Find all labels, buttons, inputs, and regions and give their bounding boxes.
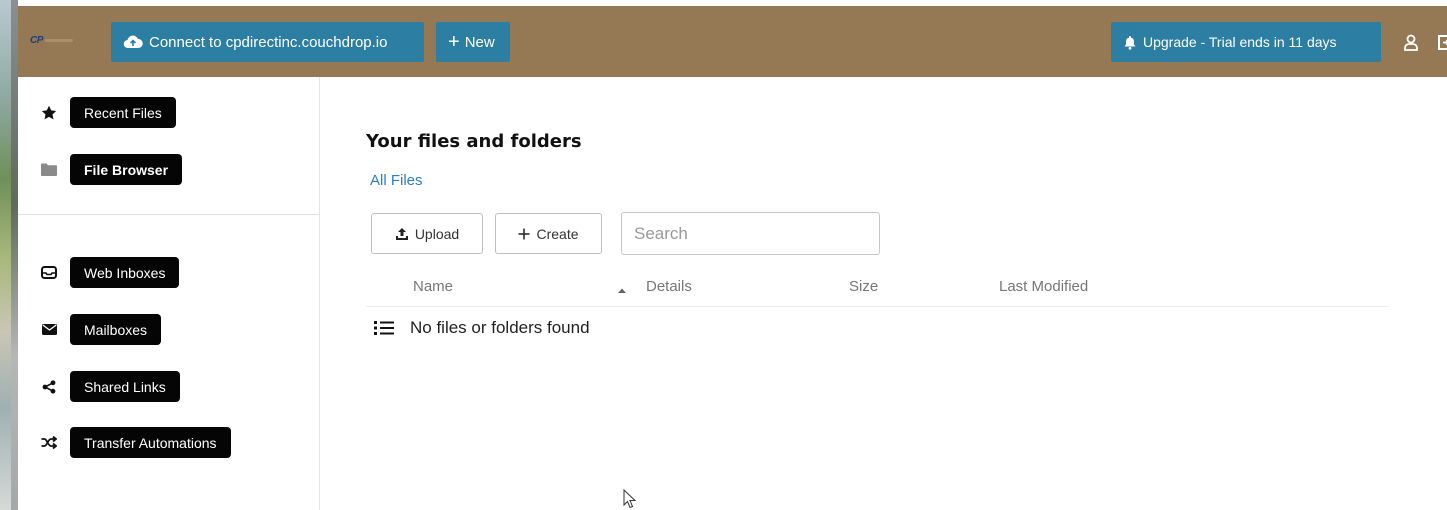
upgrade-button[interactable]: Upgrade - Trial ends in 11 days	[1111, 22, 1381, 62]
share-icon	[40, 379, 58, 394]
app-window: CP Connect to cpdirectinc.couchdrop.io +…	[0, 0, 1447, 510]
sign-out-icon[interactable]	[1437, 34, 1447, 56]
upload-icon	[395, 227, 409, 241]
column-header-name[interactable]: Name	[413, 278, 453, 295]
mouse-cursor-icon	[623, 488, 637, 510]
envelope-icon	[40, 324, 58, 335]
top-bar: CP Connect to cpdirectinc.couchdrop.io +…	[18, 6, 1447, 77]
logo-swoosh	[44, 38, 73, 42]
star-icon	[40, 105, 58, 121]
sidebar-item-label: Transfer Automations	[70, 427, 231, 458]
background-photo-edge	[0, 0, 18, 510]
cloud-upload-icon	[123, 34, 143, 50]
sidebar-item-label: File Browser	[70, 154, 183, 185]
sidebar: Recent Files File Browser Web Inboxes Ma…	[18, 77, 320, 510]
create-button[interactable]: Create	[495, 213, 602, 254]
list-icon	[374, 320, 394, 336]
upload-button[interactable]: Upload	[371, 213, 483, 254]
sidebar-item-web-inboxes[interactable]: Web Inboxes	[40, 257, 180, 288]
sidebar-item-label: Shared Links	[70, 371, 180, 402]
connect-label: Connect to cpdirectinc.couchdrop.io	[149, 33, 388, 51]
bell-icon	[1123, 35, 1137, 50]
breadcrumb-all-files[interactable]: All Files	[370, 172, 423, 189]
sidebar-item-label: Mailboxes	[70, 314, 162, 345]
sidebar-item-recent-files[interactable]: Recent Files	[40, 97, 176, 128]
sort-ascending-icon[interactable]	[617, 281, 627, 299]
folder-icon	[40, 163, 58, 176]
company-logo[interactable]: CP	[30, 35, 86, 49]
sidebar-item-transfer-automations[interactable]: Transfer Automations	[40, 427, 231, 458]
shuffle-icon	[40, 436, 58, 449]
sidebar-divider	[18, 214, 319, 215]
new-label: New	[464, 33, 495, 51]
plus-icon: +	[448, 31, 460, 53]
create-label: Create	[536, 225, 579, 242]
empty-message: No files or folders found	[410, 318, 590, 337]
search-input[interactable]	[621, 212, 880, 255]
user-icon[interactable]	[1403, 34, 1419, 56]
logo-text: CP	[30, 35, 43, 46]
column-header-details[interactable]: Details	[646, 278, 692, 295]
upgrade-label: Upgrade - Trial ends in 11 days	[1143, 34, 1337, 50]
column-header-last-modified[interactable]: Last Modified	[999, 278, 1088, 295]
plus-icon	[518, 228, 530, 240]
new-button[interactable]: + New	[436, 22, 510, 62]
main-content: Your files and folders All Files Upload …	[320, 77, 1447, 510]
page-title: Your files and folders	[366, 131, 582, 152]
sidebar-item-label: Recent Files	[70, 97, 176, 128]
table-header: Name Details Size Last Modified	[366, 269, 1388, 307]
sidebar-item-label: Web Inboxes	[70, 257, 180, 288]
column-header-size[interactable]: Size	[849, 278, 878, 295]
empty-state: No files or folders found	[374, 318, 590, 338]
upload-label: Upload	[414, 225, 460, 242]
connect-button[interactable]: Connect to cpdirectinc.couchdrop.io	[111, 22, 424, 62]
inbox-icon	[40, 266, 58, 279]
sidebar-item-shared-links[interactable]: Shared Links	[40, 371, 180, 402]
sidebar-item-mailboxes[interactable]: Mailboxes	[40, 314, 162, 345]
sidebar-item-file-browser[interactable]: File Browser	[40, 154, 183, 185]
